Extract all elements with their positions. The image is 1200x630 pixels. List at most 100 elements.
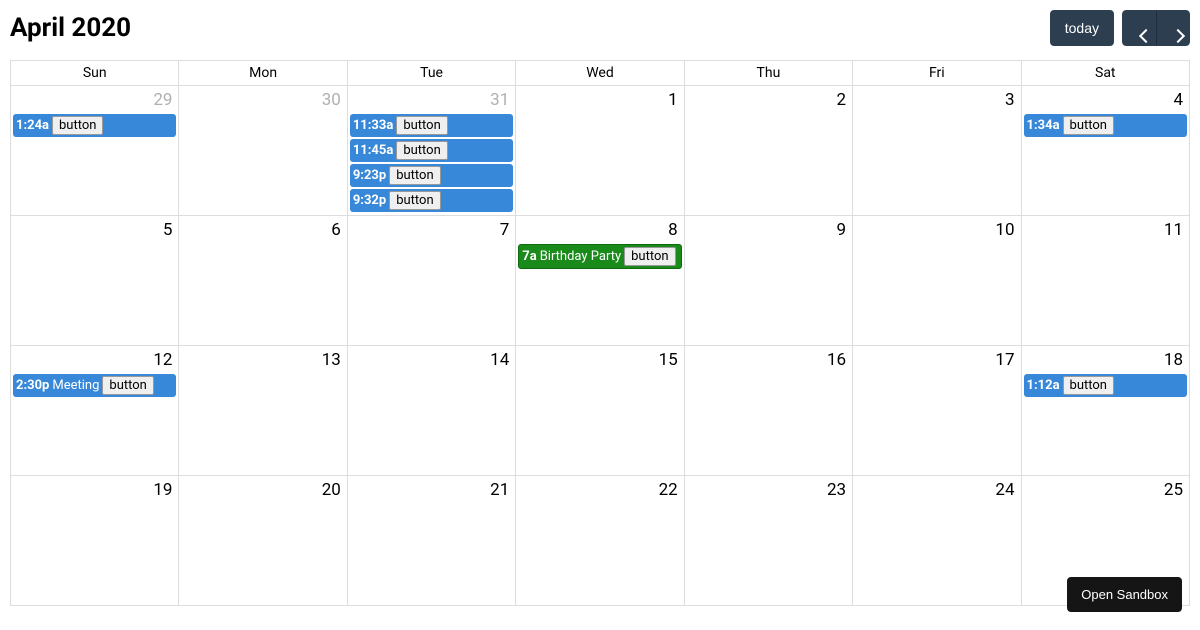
event-time: 1:12a [1027,378,1060,393]
calendar-day-cell[interactable]: 3111:33abutton11:45abutton9:23pbutton9:3… [347,86,515,216]
prev-button[interactable] [1122,10,1156,46]
day-header: Sat [1021,61,1189,86]
day-number: 21 [348,476,515,502]
today-button[interactable]: today [1050,10,1114,46]
day-number: 3 [853,86,1020,112]
calendar-week-row: 19202122232425 [11,476,1190,606]
calendar-grid: Sun Mon Tue Wed Thu Fri Sat 291:24abutto… [10,60,1190,606]
day-events: 11:33abutton11:45abutton9:23pbutton9:32p… [348,114,515,212]
day-number: 8 [516,216,683,242]
day-number: 4 [1022,86,1189,112]
day-number: 19 [11,476,178,502]
calendar-day-cell[interactable]: 20 [179,476,347,606]
open-sandbox-button[interactable]: Open Sandbox [1067,577,1182,612]
day-number: 12 [11,346,178,372]
day-number: 17 [853,346,1020,372]
event-time: 1:34a [1027,118,1060,133]
event-action-button[interactable]: button [102,376,153,395]
event-action-button[interactable]: button [52,116,103,135]
event-time: 9:23p [353,168,386,183]
day-number: 6 [179,216,346,242]
event-action-button[interactable]: button [389,166,440,185]
day-events: 1:12abutton [1022,374,1189,397]
day-header: Tue [347,61,515,86]
event-action-button[interactable]: button [1063,116,1114,135]
day-header: Sun [11,61,179,86]
calendar-day-cell[interactable]: 14 [347,346,515,476]
day-header: Wed [516,61,684,86]
toolbar: April 2020 today [0,0,1200,60]
calendar-day-cell[interactable]: 8 7a Birthday Partybutton [516,216,684,346]
calendar-day-cell[interactable]: 2 [684,86,852,216]
calendar-event[interactable]: 11:33abutton [350,114,513,137]
calendar-day-cell[interactable]: 21 [347,476,515,606]
event-time: 7a [522,249,536,264]
calendar-day-cell[interactable]: 23 [684,476,852,606]
calendar-day-cell[interactable]: 1 [516,86,684,216]
page-title: April 2020 [10,13,131,43]
day-header-row: Sun Mon Tue Wed Thu Fri Sat [11,61,1190,86]
calendar-day-cell[interactable]: 30 [179,86,347,216]
day-number: 5 [11,216,178,242]
calendar-day-cell[interactable]: 7 [347,216,515,346]
calendar-event[interactable]: 1:34abutton [1024,114,1187,137]
day-number: 24 [853,476,1020,502]
calendar-day-cell[interactable]: 291:24abutton [11,86,179,216]
event-action-button[interactable]: button [624,247,675,266]
calendar-day-cell[interactable]: 22 [516,476,684,606]
day-number: 2 [685,86,852,112]
event-time: 1:24a [16,118,49,133]
day-number: 16 [685,346,852,372]
day-header: Fri [853,61,1021,86]
calendar-event[interactable]: 1:12abutton [1024,374,1187,397]
calendar-event[interactable]: 11:45abutton [350,139,513,162]
day-header: Thu [684,61,852,86]
event-time: 11:33a [353,118,393,133]
event-time: 2:30p [16,378,49,393]
calendar-event[interactable]: 2:30pMeetingbutton [13,374,176,397]
day-number: 9 [685,216,852,242]
event-action-button[interactable]: button [396,116,447,135]
calendar-day-cell[interactable]: 181:12abutton [1021,346,1189,476]
day-number: 10 [853,216,1020,242]
day-number: 13 [179,346,346,372]
calendar-day-cell[interactable]: 10 [853,216,1021,346]
calendar-day-cell[interactable]: 6 [179,216,347,346]
calendar-day-cell[interactable]: 11 [1021,216,1189,346]
event-action-button[interactable]: button [1063,376,1114,395]
calendar-day-cell[interactable]: 5 [11,216,179,346]
day-number: 31 [348,86,515,112]
day-events: 1:24abutton [11,114,178,137]
event-action-button[interactable]: button [389,191,440,210]
calendar-day-cell[interactable]: 19 [11,476,179,606]
day-number: 18 [1022,346,1189,372]
calendar-day-cell[interactable]: 122:30pMeetingbutton [11,346,179,476]
calendar-event[interactable]: 7a Birthday Partybutton [518,244,681,269]
calendar-day-cell[interactable]: 15 [516,346,684,476]
calendar-event[interactable]: 9:32pbutton [350,189,513,212]
day-number: 23 [685,476,852,502]
calendar-event[interactable]: 1:24abutton [13,114,176,137]
day-number: 22 [516,476,683,502]
toolbar-right: today [1050,10,1190,46]
calendar-day-cell[interactable]: 9 [684,216,852,346]
calendar-day-cell[interactable]: 13 [179,346,347,476]
day-number: 11 [1022,216,1189,242]
calendar-day-cell[interactable]: 16 [684,346,852,476]
calendar-day-cell[interactable]: 3 [853,86,1021,216]
next-button[interactable] [1156,10,1190,46]
day-number: 1 [516,86,683,112]
day-events: 7a Birthday Partybutton [516,244,683,269]
calendar-day-cell[interactable]: 24 [853,476,1021,606]
calendar-event[interactable]: 9:23pbutton [350,164,513,187]
calendar-day-cell[interactable]: 41:34abutton [1021,86,1189,216]
day-events: 2:30pMeetingbutton [11,374,178,397]
calendar-week-row: 291:24abutton303111:33abutton11:45abutto… [11,86,1190,216]
calendar-week-row: 122:30pMeetingbutton1314151617181:12abut… [11,346,1190,476]
event-action-button[interactable]: button [396,141,447,160]
event-title: Meeting [52,378,99,393]
event-title: Birthday Party [540,249,621,264]
day-number: 25 [1022,476,1189,502]
day-number: 7 [348,216,515,242]
calendar-day-cell[interactable]: 17 [853,346,1021,476]
